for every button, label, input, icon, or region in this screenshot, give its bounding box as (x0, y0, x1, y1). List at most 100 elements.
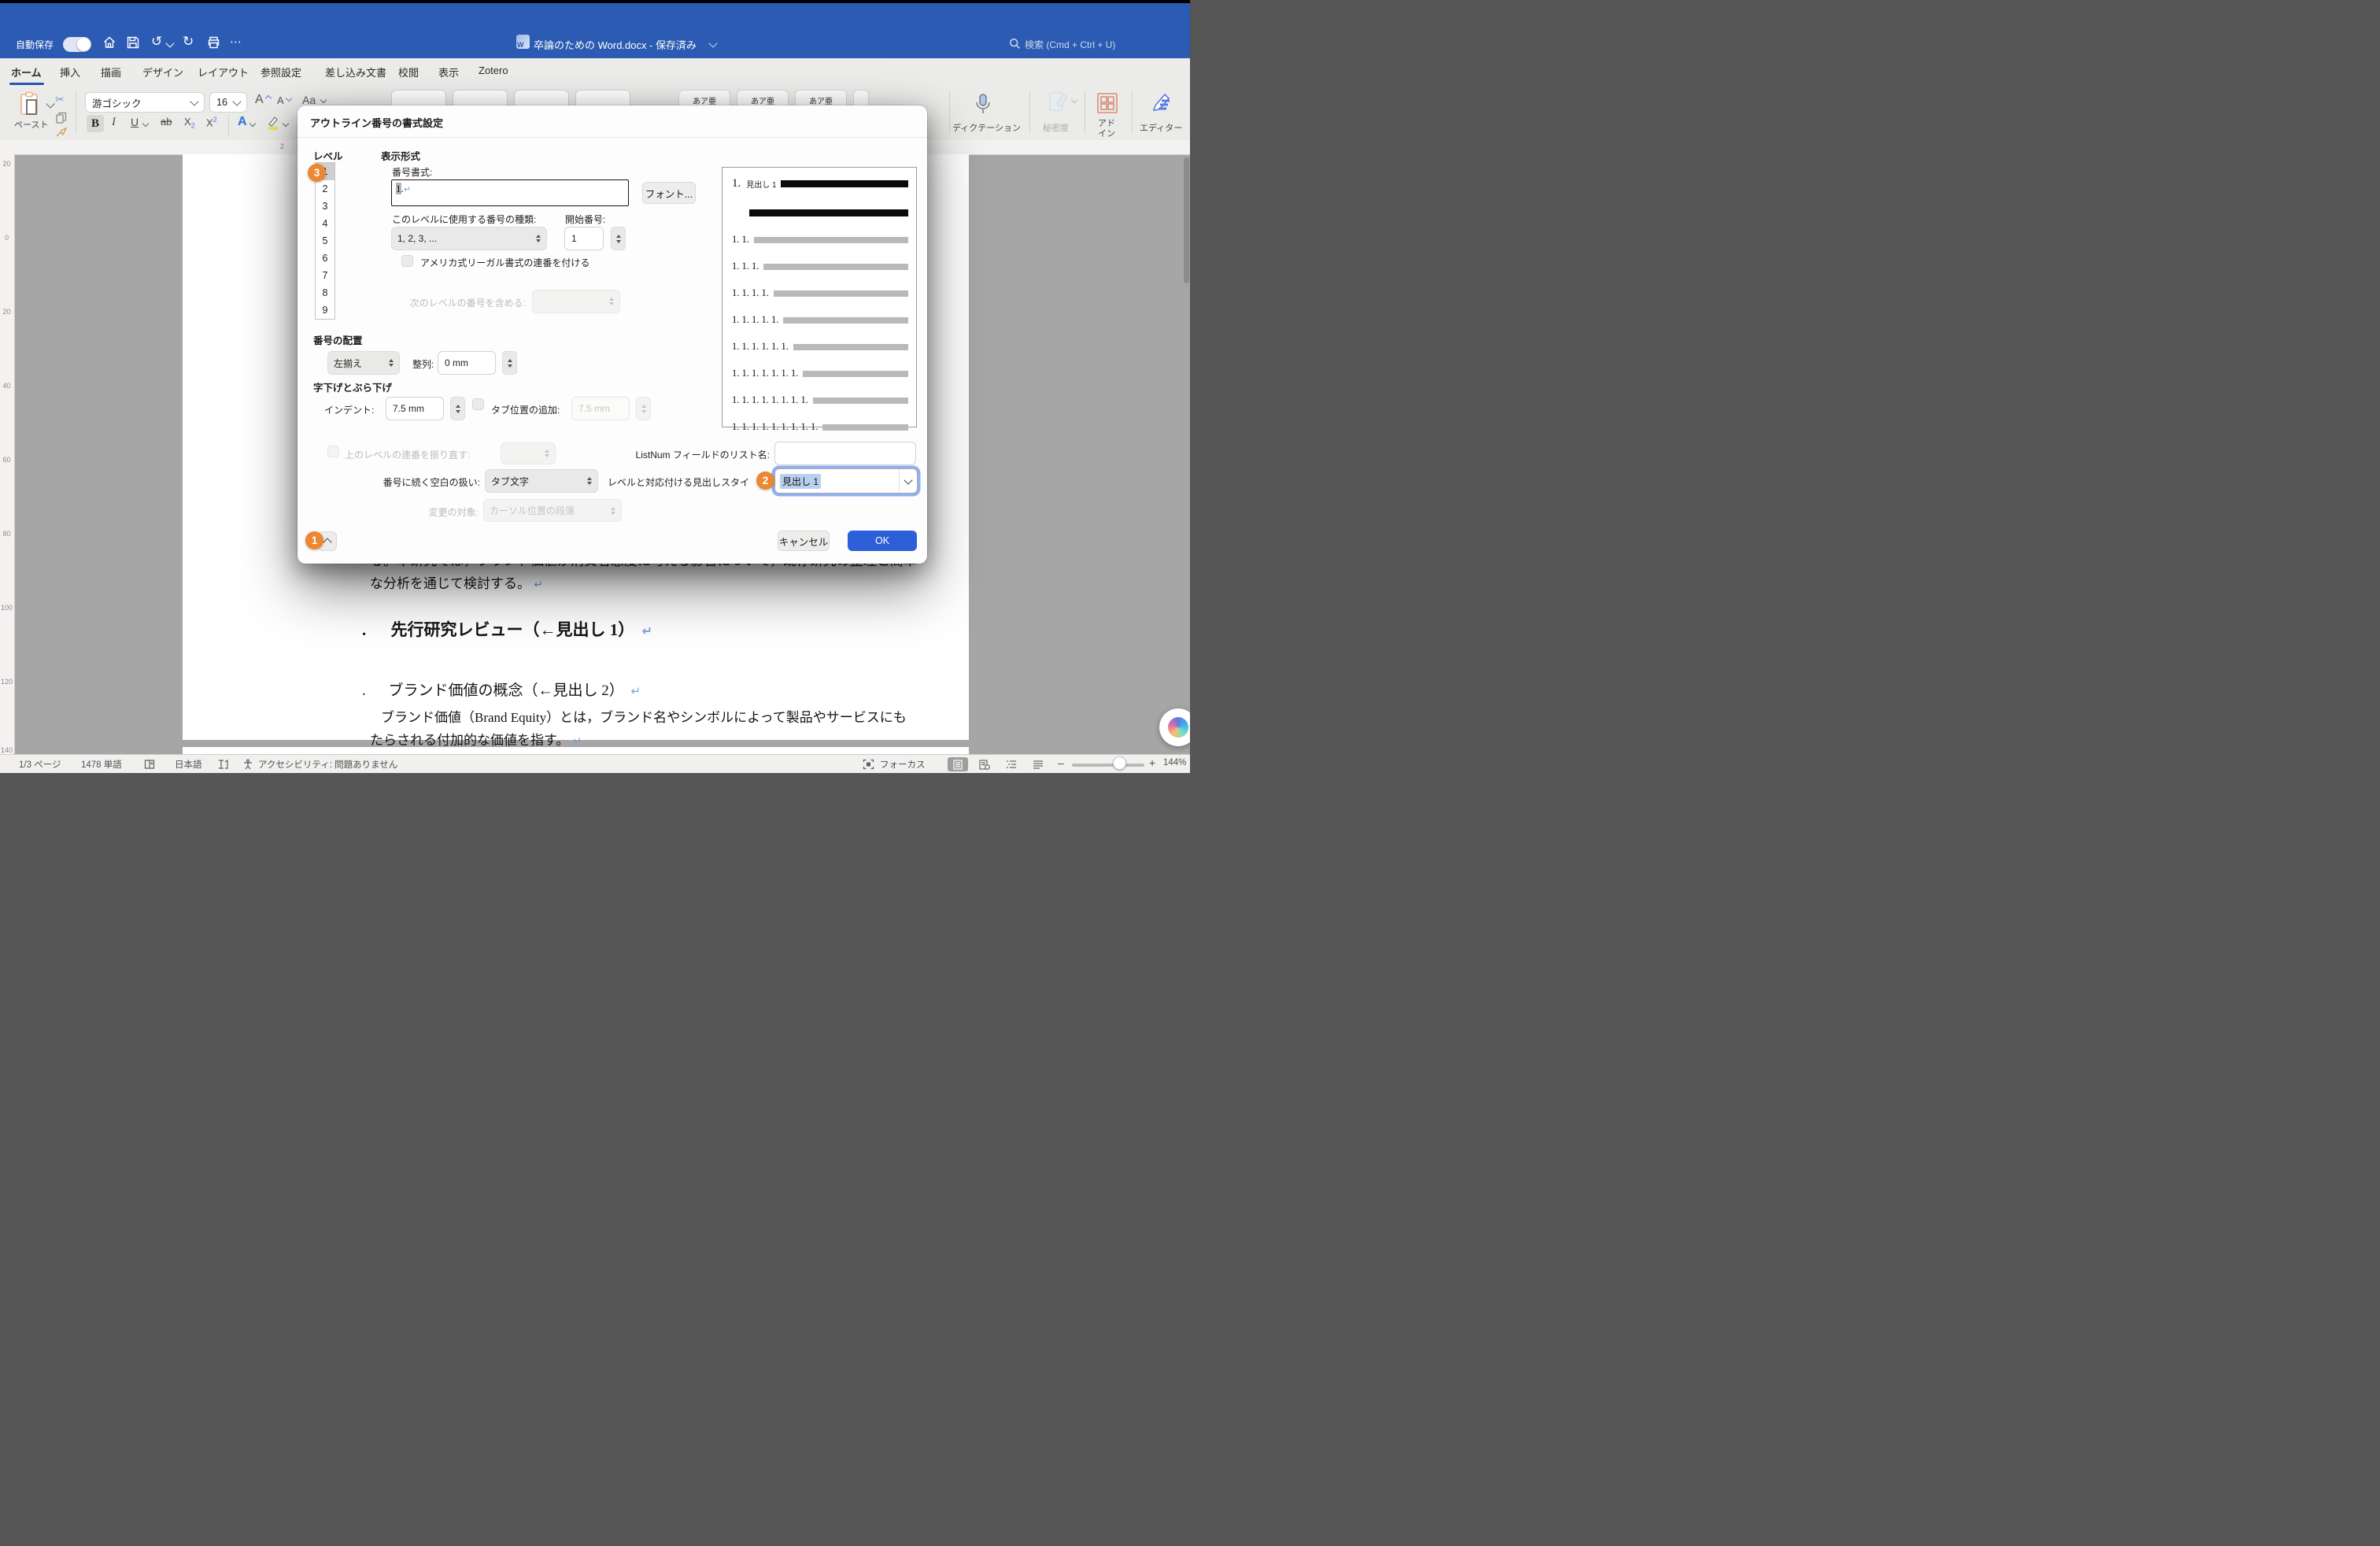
preview-number: 1. 1. 1. 1. 1. 1. 1. 1. (732, 394, 808, 406)
superscript-button[interactable]: X2 (206, 116, 217, 128)
tab-layout[interactable]: レイアウト (198, 65, 249, 80)
combo-dropdown-button[interactable] (899, 469, 917, 493)
focus-mode-icon[interactable] (863, 759, 874, 770)
level-item[interactable]: 3 (316, 198, 334, 215)
home-icon[interactable] (102, 35, 116, 50)
text-effects-button[interactable]: A (238, 115, 247, 129)
undo-dropdown-icon[interactable] (165, 39, 174, 47)
level-item[interactable]: 5 (316, 232, 334, 250)
undo-icon[interactable]: ↺ (151, 34, 162, 50)
accessibility-status[interactable]: アクセシビリティ: 問題ありません (258, 758, 397, 771)
paste-button[interactable]: ペースト (14, 91, 46, 131)
save-icon[interactable] (126, 35, 140, 50)
align-at-stepper[interactable] (502, 351, 517, 375)
tab-design[interactable]: デザイン (142, 65, 183, 80)
draft-view-button[interactable] (1028, 757, 1048, 771)
paste-dropdown-icon[interactable] (46, 99, 54, 108)
level-item[interactable]: 4 (316, 215, 334, 232)
vertical-scrollbar[interactable] (1184, 157, 1189, 283)
body-text-line[interactable]: たらされる付加的な価値を指す。 ↵ (370, 729, 582, 749)
level-item[interactable]: 7 (316, 267, 334, 284)
grow-font-icon[interactable]: A (255, 93, 264, 107)
change-case-icon[interactable]: Aa (302, 94, 316, 106)
heading2-line[interactable]: . ブランド価値の概念（←見出し 2） ↵ (362, 679, 641, 700)
listnum-input[interactable] (774, 442, 916, 465)
page-indicator[interactable]: 1/3 ページ (19, 758, 61, 771)
search-input[interactable]: 検索 (Cmd + Ctrl + U) (1025, 38, 1115, 51)
indent-input[interactable]: 7.5 mm (386, 397, 444, 420)
zoom-slider[interactable] (1072, 764, 1144, 767)
accessibility-icon[interactable] (242, 759, 253, 770)
redo-icon[interactable]: ↻ (183, 34, 194, 50)
addins-icon[interactable] (1096, 91, 1119, 115)
tab-draw[interactable]: 描画 (101, 65, 121, 80)
tab-view[interactable]: 表示 (438, 65, 459, 80)
outline-view-button[interactable] (1001, 757, 1022, 771)
space-after-select[interactable]: タブ文字 (485, 469, 598, 493)
number-kind-select[interactable]: 1, 2, 3, ... (391, 227, 547, 250)
copy-icon[interactable] (56, 112, 67, 124)
heading-style-combobox[interactable]: 見出し 1 (774, 468, 918, 494)
copilot-button[interactable] (1159, 708, 1190, 746)
chevron-down-icon (283, 120, 289, 127)
tab-insert[interactable]: 挿入 (60, 65, 80, 80)
italic-button[interactable]: I (112, 116, 116, 129)
underline-button[interactable]: U (131, 116, 139, 128)
autosave-toggle[interactable] (63, 37, 91, 52)
tab-home[interactable]: ホーム (11, 65, 42, 80)
numbering-preview: 1. 見出し 1 1. 1. 1. 1. 1. 1. 1. 1. 1. 1. 1… (722, 167, 917, 427)
print-icon[interactable] (206, 35, 221, 50)
start-number-input[interactable]: 1 (564, 227, 604, 250)
level-item[interactable]: 6 (316, 250, 334, 267)
start-number-stepper[interactable] (611, 227, 626, 250)
underline-dropdown-icon[interactable] (142, 120, 149, 127)
indent-stepper[interactable] (450, 397, 465, 420)
bold-button[interactable]: B (87, 115, 104, 132)
dictation-icon[interactable] (974, 93, 992, 117)
vertical-ruler[interactable]: 20 0 20 40 60 80 100 120 140 (0, 154, 15, 754)
cancel-button[interactable]: キャンセル (778, 531, 830, 551)
tab-references[interactable]: 参照設定 (261, 65, 301, 80)
strikethrough-button[interactable]: ab (161, 116, 172, 128)
tab-review[interactable]: 校閲 (398, 65, 419, 80)
level-item[interactable]: 8 (316, 284, 334, 301)
highlight-button[interactable] (266, 115, 280, 131)
align-select[interactable]: 左揃え (327, 351, 400, 375)
ok-button[interactable]: OK (848, 531, 917, 551)
font-size-select[interactable]: 16 (209, 92, 247, 113)
tab-mailings[interactable]: 差し込み文書 (325, 65, 386, 80)
editor-icon[interactable] (1149, 91, 1173, 115)
format-painter-icon[interactable] (55, 126, 68, 139)
print-layout-view-button[interactable] (948, 757, 968, 771)
language-indicator[interactable]: 日本語 (175, 758, 202, 771)
zoom-out-button[interactable]: – (1058, 756, 1064, 769)
more-commands-icon[interactable]: ⋯ (230, 35, 242, 49)
web-layout-view-button[interactable] (974, 757, 995, 771)
level-item[interactable]: 2 (316, 180, 334, 198)
zoom-in-button[interactable]: + (1149, 756, 1155, 769)
title-dropdown-icon[interactable] (708, 39, 717, 47)
tab-add-checkbox[interactable] (472, 398, 484, 410)
level-listbox[interactable]: 1 2 3 4 5 6 7 8 9 (315, 162, 335, 320)
number-format-input[interactable]: 1.↵ (391, 179, 629, 206)
cut-icon[interactable]: ✂ (55, 93, 65, 106)
font-name-select[interactable]: 游ゴシック (85, 92, 205, 113)
heading1-line[interactable]: . 先行研究レビュー（←見出し 1） ↵ (362, 617, 652, 641)
align-at-input[interactable]: 0 mm (438, 351, 496, 375)
spellcheck-icon[interactable] (144, 759, 157, 770)
subscript-button[interactable]: X2 (184, 116, 195, 130)
body-text-line[interactable]: な分析を通じて検討する。 ↵ (370, 572, 543, 592)
level-item[interactable]: 9 (316, 301, 334, 319)
zoom-slider-thumb[interactable] (1113, 756, 1126, 770)
legal-numbering-checkbox[interactable] (401, 255, 413, 267)
tab-zotero[interactable]: Zotero (479, 65, 508, 76)
word-count[interactable]: 1478 単語 (81, 758, 122, 771)
zoom-percentage[interactable]: 144% (1163, 758, 1186, 767)
focus-mode-label[interactable]: フォーカス (880, 758, 926, 771)
shrink-font-icon[interactable]: A (277, 94, 284, 106)
search-icon[interactable] (1009, 38, 1021, 50)
body-text-line[interactable]: ブランド価値（Brand Equity）とは，ブランド名やシンボルによって製品や… (381, 706, 907, 726)
font-button[interactable]: フォント... (642, 182, 696, 204)
track-changes-icon[interactable] (217, 759, 230, 770)
document-title[interactable]: 卒論のための Word.docx - 保存済み (534, 37, 697, 52)
